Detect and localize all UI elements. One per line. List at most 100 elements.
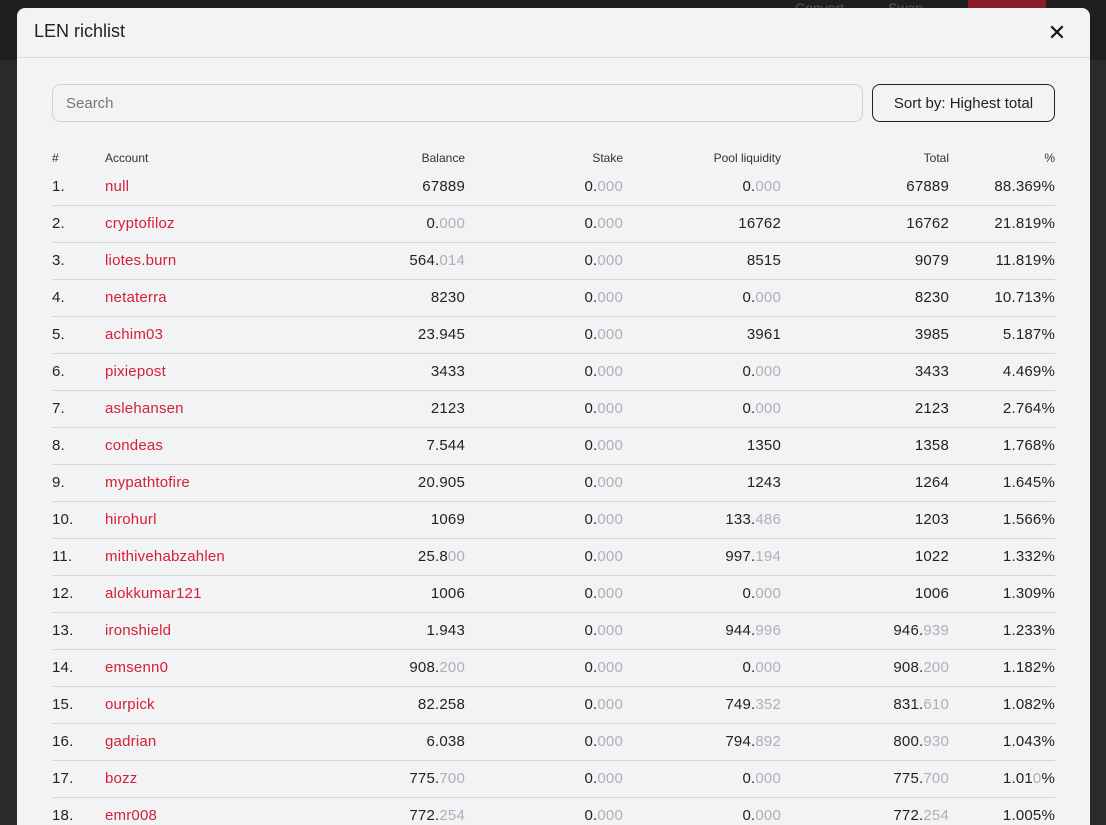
value-main: 1.082% bbox=[1002, 696, 1055, 713]
value-main: 0. bbox=[584, 548, 598, 565]
value-main: 0. bbox=[742, 807, 756, 824]
account-link[interactable]: emr008 bbox=[105, 797, 305, 825]
account-link[interactable]: cryptofiloz bbox=[105, 205, 305, 243]
table-row: 12. alokkumar121 1006 0.000 0.000 1006 1.309% bbox=[52, 575, 1055, 613]
column-header-stake[interactable]: Stake bbox=[465, 148, 623, 168]
value-main: 0. bbox=[584, 733, 598, 750]
stake-cell: 0.000 bbox=[465, 649, 623, 687]
value-main: % bbox=[1041, 770, 1055, 787]
column-header-rank[interactable]: # bbox=[52, 148, 105, 168]
value-faded-decimals: 014 bbox=[439, 252, 465, 269]
table-row: 4. netaterra 8230 0.000 0.000 8230 10.713% bbox=[52, 279, 1055, 317]
value-main: 1.01 bbox=[1002, 770, 1033, 787]
value-faded-decimals: 000 bbox=[597, 474, 623, 491]
value-faded-decimals: 000 bbox=[597, 511, 623, 528]
value-faded-decimals: 700 bbox=[923, 770, 949, 787]
table-row: 9. mypathtofire 20.905 0.000 1243 1264 1.645% bbox=[52, 464, 1055, 502]
account-link[interactable]: ironshield bbox=[105, 612, 305, 650]
percent-cell: 1.005% bbox=[949, 797, 1055, 825]
value-main: 772. bbox=[893, 807, 924, 824]
percent-cell: 1.182% bbox=[949, 649, 1055, 687]
balance-cell: 772.254 bbox=[305, 797, 465, 825]
column-header-total[interactable]: Total bbox=[781, 148, 949, 168]
value-faded-decimals: 000 bbox=[597, 622, 623, 639]
value-main: 1.043% bbox=[1002, 733, 1055, 750]
value-main: 1358 bbox=[914, 437, 949, 454]
value-faded-decimals: 486 bbox=[755, 511, 781, 528]
account-link[interactable]: hirohurl bbox=[105, 501, 305, 539]
rank-cell: 9. bbox=[52, 464, 105, 502]
table-row: 2. cryptofiloz 0.000 0.000 16762 16762 21.819% bbox=[52, 205, 1055, 243]
account-link[interactable]: aslehansen bbox=[105, 390, 305, 428]
total-cell: 9079 bbox=[781, 242, 949, 280]
value-faded-decimals: 000 bbox=[755, 177, 781, 195]
value-faded-decimals: 892 bbox=[755, 733, 781, 750]
account-link[interactable]: mithivehabzahlen bbox=[105, 538, 305, 576]
pool-liquidity-cell: 944.996 bbox=[623, 612, 781, 650]
table-row: 14. emsenn0 908.200 0.000 0.000 908.200 1.182% bbox=[52, 649, 1055, 687]
value-main: 0. bbox=[584, 585, 598, 602]
account-link[interactable]: netaterra bbox=[105, 279, 305, 317]
balance-cell: 3433 bbox=[305, 353, 465, 391]
value-main: 0. bbox=[742, 400, 756, 417]
value-faded-decimals: 000 bbox=[597, 696, 623, 713]
value-faded-decimals: 000 bbox=[755, 585, 781, 602]
account-link[interactable]: ourpick bbox=[105, 686, 305, 724]
value-main: 7.544 bbox=[426, 437, 465, 454]
column-header-percent[interactable]: % bbox=[949, 148, 1055, 168]
account-link[interactable]: emsenn0 bbox=[105, 649, 305, 687]
account-link[interactable]: liotes.burn bbox=[105, 242, 305, 280]
value-faded-decimals: 000 bbox=[597, 177, 623, 195]
value-main: 0. bbox=[584, 474, 598, 491]
sort-button[interactable]: Sort by: Highest total bbox=[872, 84, 1055, 122]
value-main: 133. bbox=[725, 511, 756, 528]
account-link[interactable]: alokkumar121 bbox=[105, 575, 305, 613]
rank-cell: 2. bbox=[52, 205, 105, 243]
value-faded-decimals: 254 bbox=[439, 807, 465, 824]
value-main: 67889 bbox=[906, 177, 949, 195]
value-main: 0. bbox=[584, 363, 598, 380]
account-link[interactable]: achim03 bbox=[105, 316, 305, 354]
rank-cell: 6. bbox=[52, 353, 105, 391]
value-main: 1.768% bbox=[1002, 437, 1055, 454]
value-main: 0. bbox=[584, 622, 598, 639]
value-main: 1006 bbox=[430, 585, 465, 602]
value-faded-decimals: 200 bbox=[923, 659, 949, 676]
percent-cell: 1.566% bbox=[949, 501, 1055, 539]
value-main: 1264 bbox=[914, 474, 949, 491]
value-main: 0. bbox=[742, 363, 756, 380]
value-main: 0. bbox=[742, 289, 756, 306]
total-cell: 1022 bbox=[781, 538, 949, 576]
pool-liquidity-cell: 1350 bbox=[623, 427, 781, 465]
value-faded-decimals: 000 bbox=[597, 437, 623, 454]
table-row: 10. hirohurl 1069 0.000 133.486 1203 1.566% bbox=[52, 501, 1055, 539]
balance-cell: 1006 bbox=[305, 575, 465, 613]
rank-cell: 18. bbox=[52, 797, 105, 825]
column-header-balance[interactable]: Balance bbox=[305, 148, 465, 168]
search-input[interactable] bbox=[52, 84, 863, 122]
account-link[interactable]: bozz bbox=[105, 760, 305, 798]
total-cell: 772.254 bbox=[781, 797, 949, 825]
account-link[interactable]: condeas bbox=[105, 427, 305, 465]
pool-liquidity-cell: 0.000 bbox=[623, 353, 781, 391]
account-link[interactable]: null bbox=[105, 168, 305, 206]
column-header-pool-liquidity[interactable]: Pool liquidity bbox=[623, 148, 781, 168]
account-link[interactable]: gadrian bbox=[105, 723, 305, 761]
value-main: 4.469% bbox=[1002, 363, 1055, 380]
total-cell: 831.610 bbox=[781, 686, 949, 724]
value-faded-decimals: 200 bbox=[439, 659, 465, 676]
value-faded-decimals: 000 bbox=[597, 215, 623, 232]
account-link[interactable]: mypathtofire bbox=[105, 464, 305, 502]
table-row: 3. liotes.burn 564.014 0.000 8515 9079 11.819% bbox=[52, 242, 1055, 280]
pool-liquidity-cell: 0.000 bbox=[623, 797, 781, 825]
value-main: 1243 bbox=[746, 474, 781, 491]
stake-cell: 0.000 bbox=[465, 168, 623, 206]
stake-cell: 0.000 bbox=[465, 686, 623, 724]
value-main: 10.713% bbox=[994, 289, 1055, 306]
pool-liquidity-cell: 0.000 bbox=[623, 279, 781, 317]
column-header-account[interactable]: Account bbox=[105, 148, 305, 168]
total-cell: 8230 bbox=[781, 279, 949, 317]
close-button[interactable]: ✕ bbox=[1044, 20, 1070, 46]
account-link[interactable]: pixiepost bbox=[105, 353, 305, 391]
value-faded-decimals: 000 bbox=[597, 289, 623, 306]
